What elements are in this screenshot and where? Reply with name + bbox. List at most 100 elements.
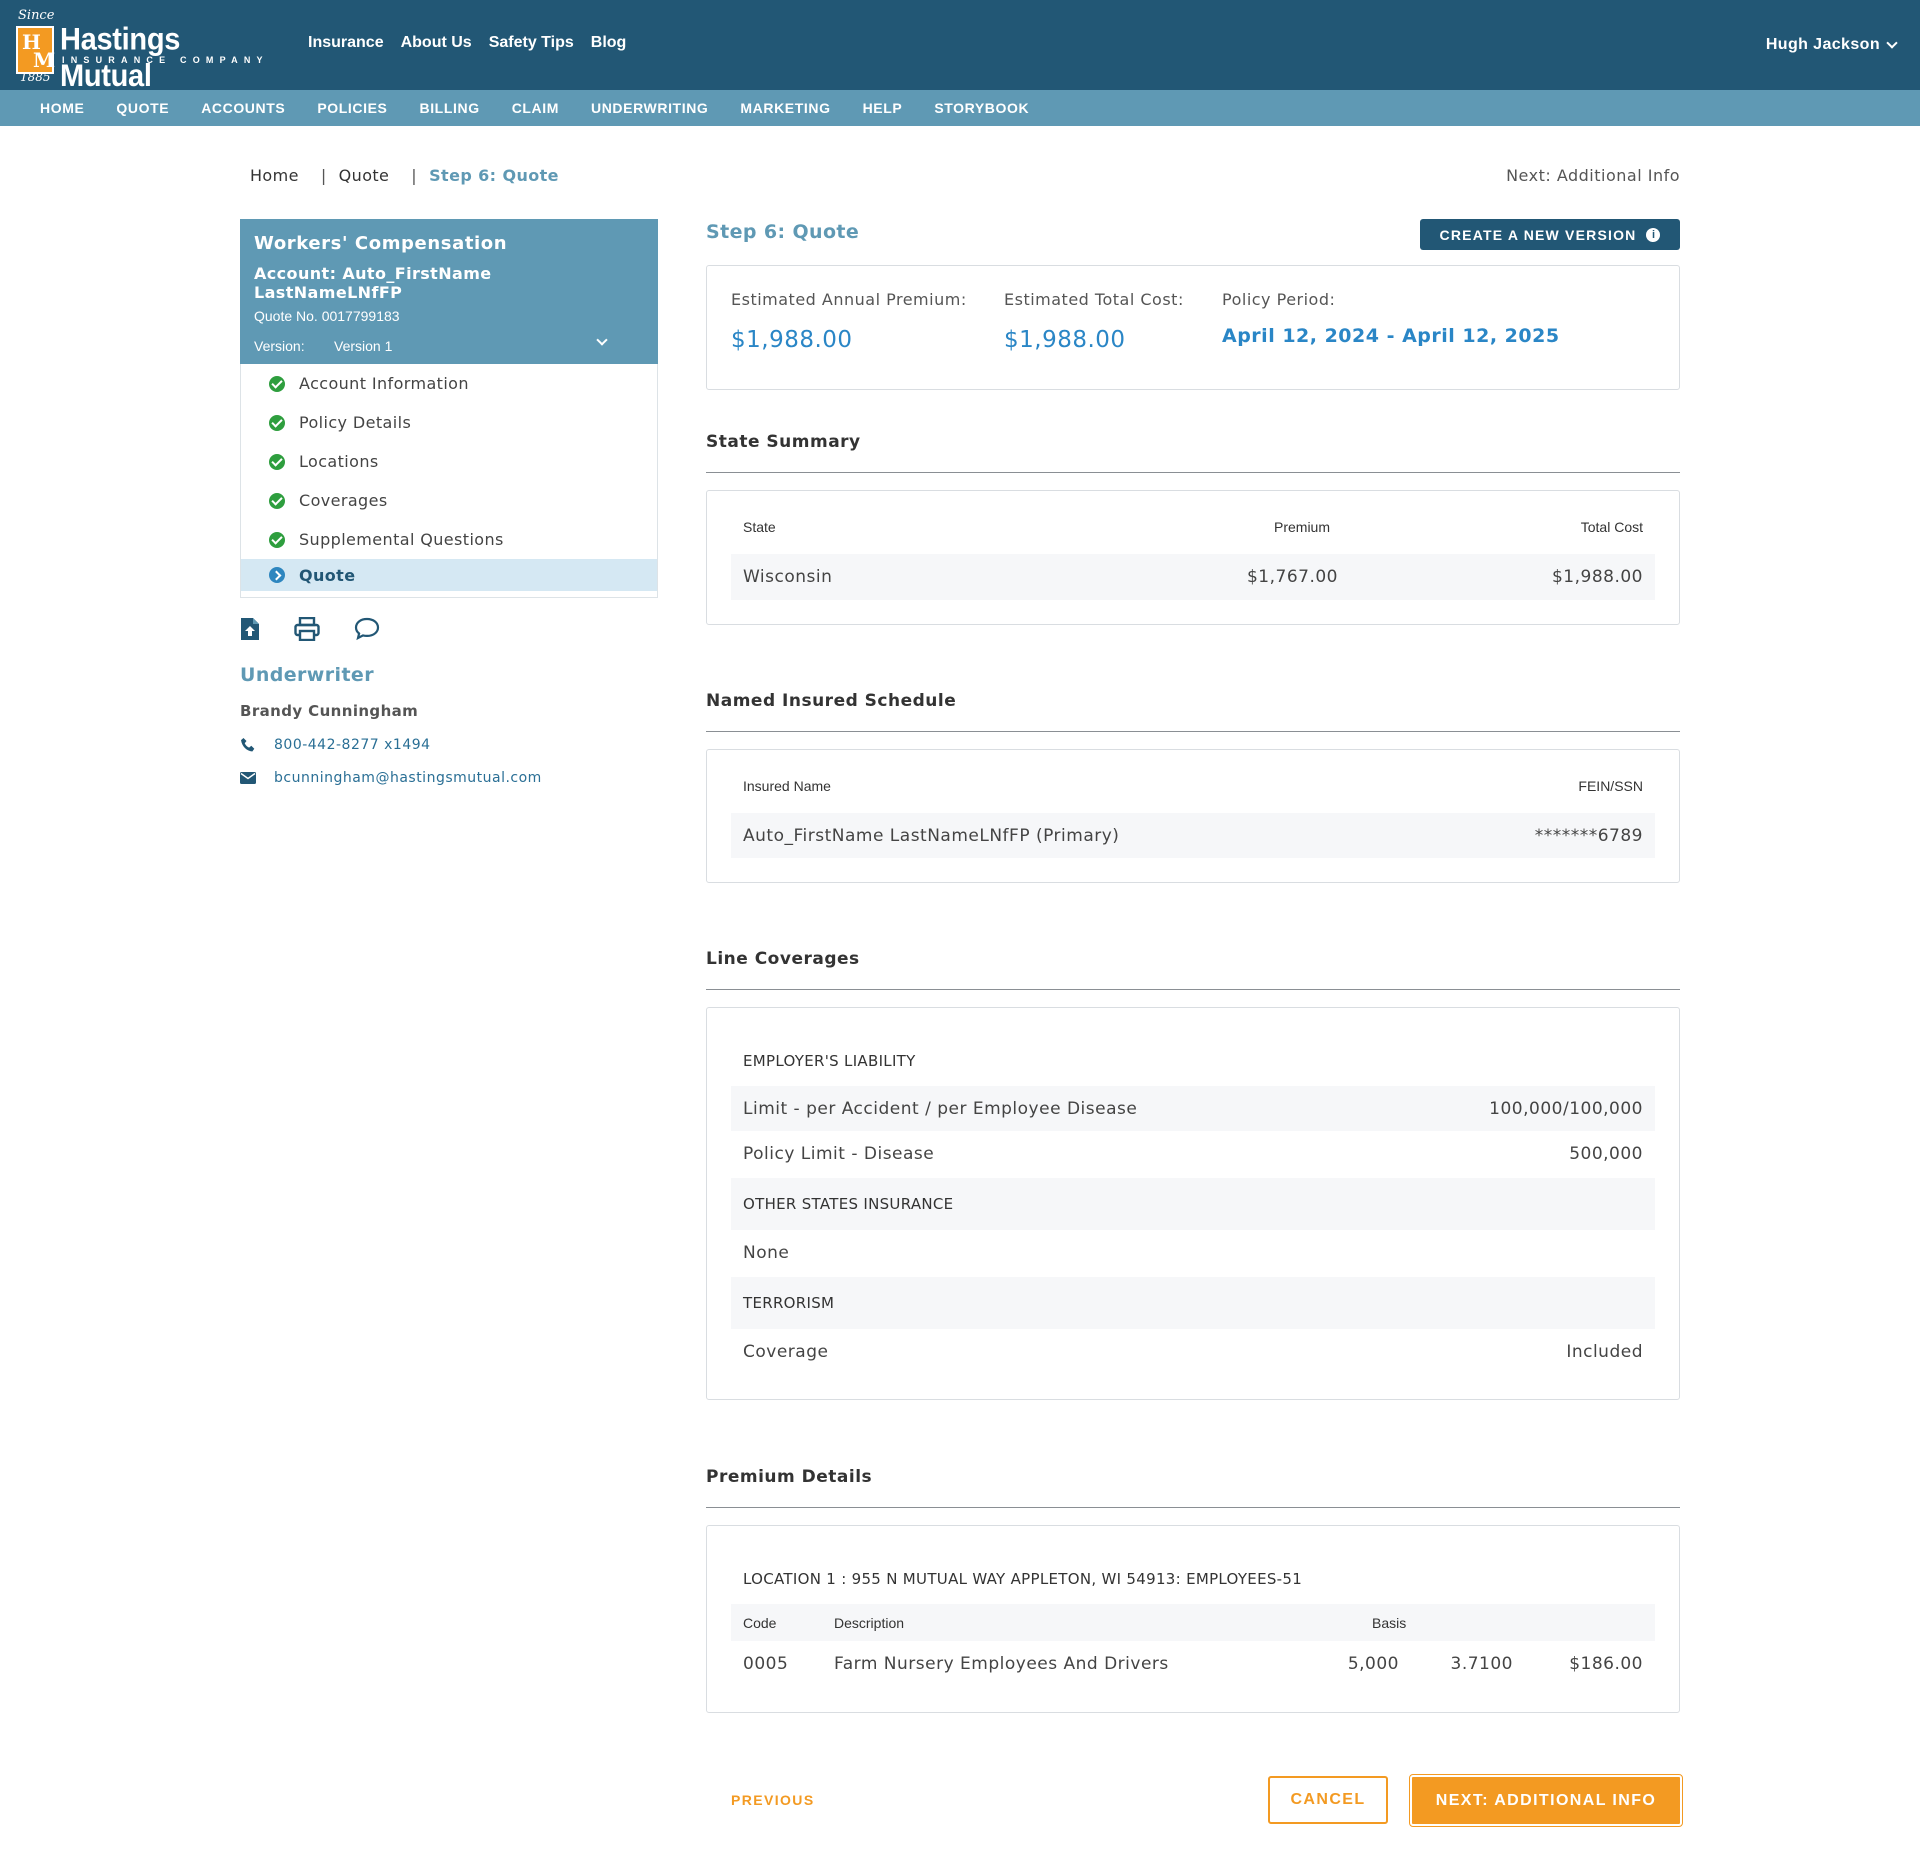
step-supplemental-questions[interactable]: Supplemental Questions [241, 520, 657, 559]
version-label: Version: [254, 338, 305, 354]
line-coverages-table: EMPLOYER'S LIABILITY Limit - per Acciden… [706, 1007, 1680, 1400]
nav-marketing[interactable]: MARKETING [740, 100, 830, 116]
group-label: OTHER STATES INSURANCE [743, 1195, 954, 1213]
cell-fein-ssn: *******6789 [1534, 825, 1643, 846]
underwriter-phone-text: 800-442-8277 x1494 [274, 737, 431, 753]
create-new-version-button[interactable]: CREATE A NEW VERSION i [1420, 219, 1680, 250]
topnav-blog[interactable]: Blog [591, 34, 627, 52]
total-cost-label: Estimated Total Cost: [1004, 290, 1184, 309]
page-title: Step 6: Quote [706, 221, 860, 243]
state-summary-heading: State Summary [706, 432, 861, 452]
cell-state: Wisconsin [743, 567, 833, 587]
nav-underwriting[interactable]: UNDERWRITING [591, 100, 708, 116]
version-select[interactable]: Version: Version 1 [254, 334, 644, 354]
nav-home[interactable]: HOME [40, 100, 84, 116]
version-value: Version 1 [334, 338, 393, 354]
breadcrumb-separator: | [411, 166, 418, 185]
table-row: 0005 Farm Nursery Employees And Drivers … [731, 1641, 1655, 1687]
previous-button[interactable]: PREVIOUS [731, 1792, 815, 1808]
step-locations[interactable]: Locations [241, 442, 657, 481]
step-account-information[interactable]: Account Information [241, 364, 657, 403]
coverage-row: Coverage Included [731, 1329, 1655, 1375]
line-coverages-heading: Line Coverages [706, 949, 860, 969]
check-circle-icon [269, 414, 285, 431]
chevron-down-icon [1886, 37, 1898, 49]
check-circle-icon [269, 531, 285, 548]
topnav-about-us[interactable]: About Us [401, 34, 472, 52]
quote-summary-panel: Workers' Compensation Account: Auto_Firs… [240, 219, 658, 364]
col-basis: Basis [1372, 1614, 1407, 1631]
group-other-states: OTHER STATES INSURANCE [731, 1178, 1655, 1230]
col-code: Code [743, 1614, 777, 1631]
cell-total-cost: $1,988.00 [1551, 567, 1643, 587]
main-nav: HOME QUOTE ACCOUNTS POLICIES BILLING CLA… [0, 90, 1920, 126]
user-name: Hugh Jackson [1765, 36, 1880, 53]
col-insured-name: Insured Name [743, 778, 831, 794]
top-nav: Insurance About Us Safety Tips Blog [308, 34, 626, 52]
account-name: Account: Auto_FirstName LastNameLNfFP [254, 264, 492, 302]
coverage-row: None [731, 1230, 1655, 1276]
next-additional-info-button[interactable]: NEXT: ADDITIONAL INFO [1409, 1774, 1683, 1827]
nav-accounts[interactable]: ACCOUNTS [201, 100, 285, 116]
step-label: Supplemental Questions [299, 530, 504, 549]
nav-storybook[interactable]: STORYBOOK [934, 100, 1029, 116]
underwriter-email[interactable]: bcunningham@hastingsmutual.com [240, 770, 542, 786]
underwriter-email-text: bcunningham@hastingsmutual.com [274, 770, 542, 786]
hastings-mutual-logo[interactable]: Since H M 1885 Hastings Mutual INSURANCE… [14, 8, 274, 94]
breadcrumb: Home | Quote | Step 6: Quote [250, 166, 559, 185]
logo-year: 1885 [20, 70, 51, 84]
chevron-right-circle-icon [269, 567, 285, 583]
create-new-version-label: CREATE A NEW VERSION [1439, 226, 1637, 243]
print-icon[interactable] [294, 617, 320, 641]
user-menu[interactable]: Hugh Jackson [1765, 36, 1898, 54]
col-total-cost: Total Cost [1580, 519, 1643, 535]
underwriter-heading: Underwriter [240, 664, 374, 686]
col-fein-ssn: FEIN/SSN [1578, 778, 1643, 794]
total-cost: Estimated Total Cost: $1,988.00 [1004, 290, 1184, 353]
named-insured-heading: Named Insured Schedule [706, 691, 957, 711]
breadcrumb-quote[interactable]: Quote [339, 166, 390, 185]
col-premium: Premium [1274, 519, 1331, 535]
step-policy-details[interactable]: Policy Details [241, 403, 657, 442]
info-icon[interactable]: i [1646, 227, 1661, 242]
annual-premium-value: $1,988.00 [731, 327, 853, 353]
location-heading: LOCATION 1 : 955 N MUTUAL WAY APPLETON, … [731, 1562, 1655, 1596]
cell-rate: 3.7100 [1450, 1654, 1513, 1674]
named-insured-table: Insured Name FEIN/SSN Auto_FirstName Las… [706, 749, 1680, 883]
coverage-row: Policy Limit - Disease 500,000 [731, 1131, 1655, 1177]
chevron-down-icon [596, 334, 608, 346]
breadcrumb-home[interactable]: Home [250, 166, 299, 185]
nav-policies[interactable]: POLICIES [317, 100, 387, 116]
coverage-label: Limit - per Accident / per Employee Dise… [743, 1098, 1138, 1119]
quote-number: Quote No. 0017799183 [254, 308, 400, 324]
comment-icon[interactable] [354, 617, 380, 641]
step-quote[interactable]: Quote [241, 559, 657, 591]
coverage-value: None [743, 1243, 790, 1263]
next-step-link[interactable]: Next: Additional Info [1506, 166, 1680, 185]
quote-tools [240, 617, 380, 641]
underwriter-phone[interactable]: 800-442-8277 x1494 [240, 737, 431, 753]
section-divider [706, 472, 1680, 473]
step-coverages[interactable]: Coverages [241, 481, 657, 520]
nav-help[interactable]: HELP [863, 100, 903, 116]
step-label: Quote [299, 565, 356, 585]
group-label: EMPLOYER'S LIABILITY [743, 1052, 916, 1070]
cancel-button[interactable]: CANCEL [1268, 1776, 1388, 1824]
cell-basis: 5,000 [1347, 1654, 1399, 1674]
annual-premium: Estimated Annual Premium: $1,988.00 [731, 290, 967, 353]
nav-billing[interactable]: BILLING [419, 100, 479, 116]
top-header: Since H M 1885 Hastings Mutual INSURANCE… [0, 0, 1920, 94]
topnav-insurance[interactable]: Insurance [308, 34, 384, 52]
nav-quote[interactable]: QUOTE [116, 100, 169, 116]
nav-claim[interactable]: CLAIM [512, 100, 559, 116]
table-row: Auto_FirstName LastNameLNfFP (Primary) *… [731, 813, 1655, 858]
section-divider [706, 1507, 1680, 1508]
topnav-safety-tips[interactable]: Safety Tips [489, 34, 574, 52]
logo-monogram: H M [16, 26, 55, 74]
total-cost-value: $1,988.00 [1004, 327, 1126, 353]
policy-period: Policy Period: April 12, 2024 - April 12… [1222, 290, 1560, 347]
table-header: Code Description Basis [731, 1604, 1655, 1641]
premium-details-heading: Premium Details [706, 1467, 873, 1487]
logo-since: Since [18, 8, 55, 23]
upload-document-icon[interactable] [240, 617, 260, 641]
